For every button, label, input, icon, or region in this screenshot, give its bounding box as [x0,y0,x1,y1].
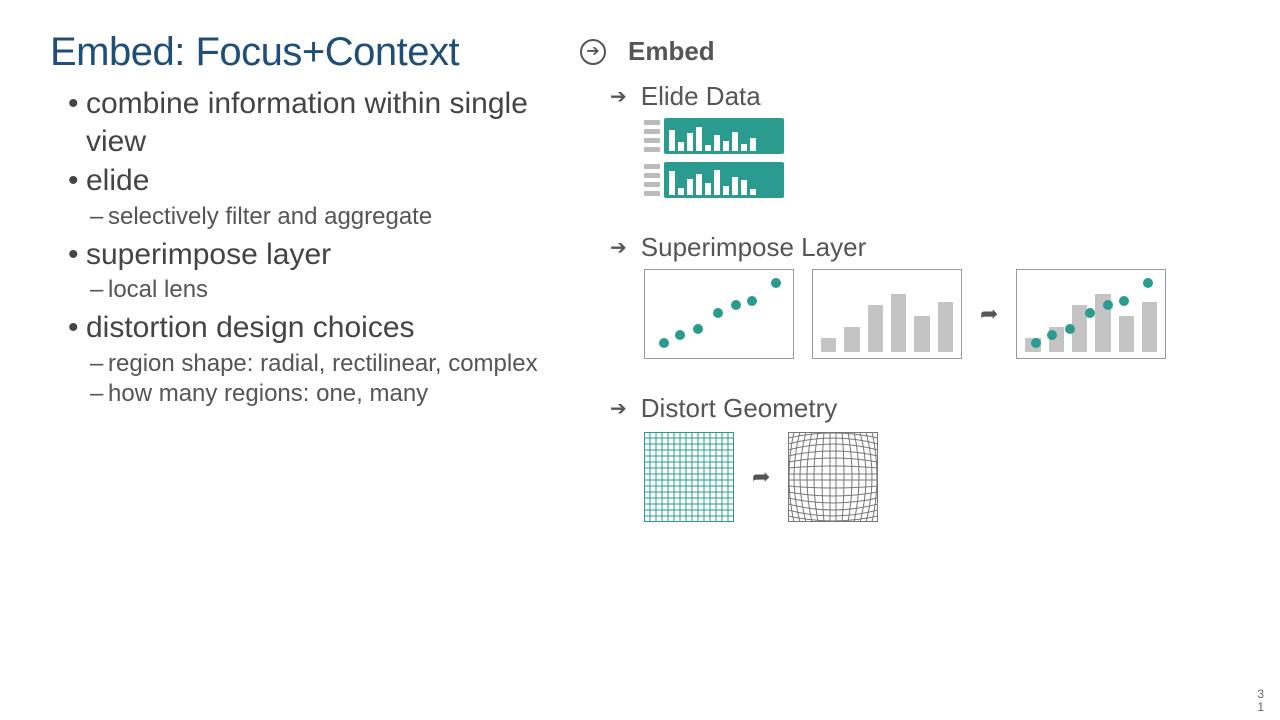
bar-chart-icon [821,280,953,352]
uniform-grid-icon [644,432,734,522]
bullet-combine: combine information within single view [68,85,550,160]
bullet-superimpose: superimpose layer [68,236,550,274]
sub-list-elide: selectively filter and aggregate [68,202,550,232]
section-elide: ➔ Elide Data [610,81,1240,198]
elide-stub-icon [644,118,660,154]
section-super-label: Superimpose Layer [641,232,866,263]
bar-card [812,269,962,359]
section-distort-label: Distort Geometry [641,393,838,424]
section-elide-label: Elide Data [641,81,761,112]
distort-graphic: ➦ [644,432,1240,522]
arrow-icon: ➔ [610,87,627,107]
combo-card [1016,269,1166,359]
elide-stub-icon [644,162,660,198]
footer-line-2: 1 [1257,701,1264,714]
distorted-grid-icon [788,432,878,522]
right-column: ➔ Embed ➔ Elide Data [580,30,1240,522]
section-distort-head: ➔ Distort Geometry [610,393,1240,424]
embed-heading: Embed [628,36,715,67]
elide-card-2 [664,162,784,198]
circled-arrow-icon: ➔ [580,39,606,65]
bullet-list: combine information within single view e… [50,85,550,409]
sub-lens: local lens [90,275,550,305]
slide-number: 3 1 [1257,688,1264,714]
elide-graphic [644,118,1240,198]
bullet-distortion: distortion design choices [68,309,550,347]
arrow-icon: ➔ [610,238,627,258]
slide: Embed: Focus+Context combine information… [0,0,1280,720]
section-superimpose: ➔ Superimpose Layer [610,232,1240,359]
share-arrow-icon: ➦ [980,301,998,327]
footer-line-1: 3 [1257,688,1264,701]
section-elide-head: ➔ Elide Data [610,81,1240,112]
scatter-card [644,269,794,359]
columns: Embed: Focus+Context combine information… [50,30,1240,522]
slide-title: Embed: Focus+Context [50,30,550,75]
bullet-elide: elide [68,162,550,200]
sub-region-shape: region shape: radial, rectilinear, compl… [90,349,550,379]
sub-region-count: how many regions: one, many [90,379,550,409]
section-super-head: ➔ Superimpose Layer [610,232,1240,263]
elide-row-2 [644,162,1240,198]
elide-card-1 [664,118,784,154]
sub-filter: selectively filter and aggregate [90,202,550,232]
left-column: Embed: Focus+Context combine information… [50,30,550,522]
sub-list-super: local lens [68,275,550,305]
elide-row-1 [644,118,1240,154]
section-distort: ➔ Distort Geometry ➦ [610,393,1240,522]
arrow-icon: ➔ [610,399,627,419]
share-arrow-icon: ➦ [752,464,770,490]
embed-heading-row: ➔ Embed [580,36,1240,67]
sub-list-distort: region shape: radial, rectilinear, compl… [68,349,550,409]
superimpose-graphic: ➦ [644,269,1240,359]
